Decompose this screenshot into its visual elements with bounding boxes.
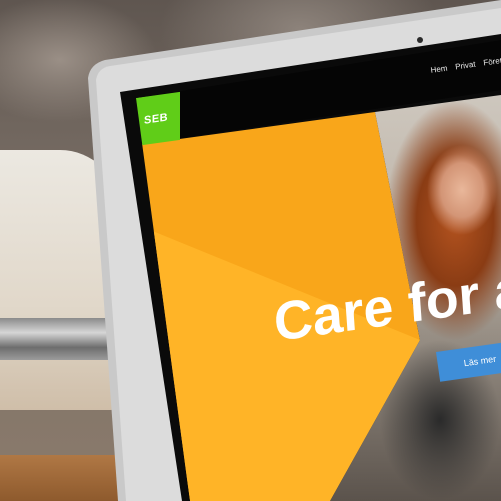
- laptop: Hem Privat Företag SEB Care for am Läs m…: [0, 0, 501, 501]
- logo-text: SEB: [144, 111, 169, 127]
- webcam-icon: [417, 37, 423, 43]
- seb-logo[interactable]: SEB: [136, 91, 180, 146]
